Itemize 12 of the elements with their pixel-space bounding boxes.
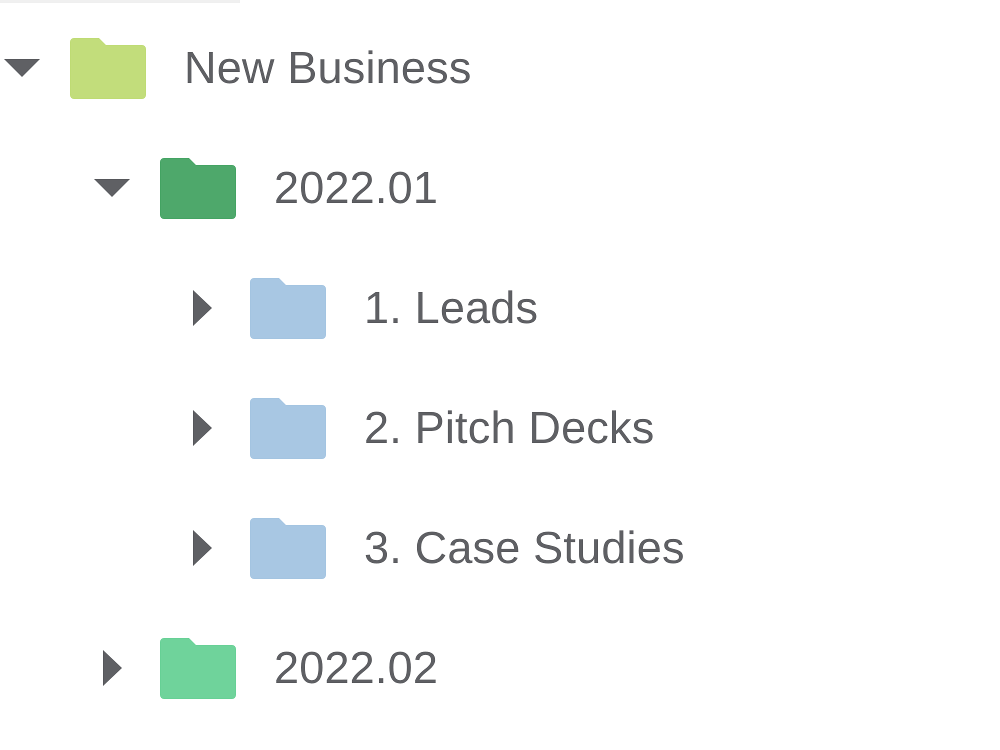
folder-label[interactable]: 2022.02 (274, 642, 438, 694)
folder-label[interactable]: 2. Pitch Decks (364, 402, 654, 454)
folder-label[interactable]: New Business (184, 42, 472, 94)
folder-label[interactable]: 2022.01 (274, 162, 438, 214)
caret-icon[interactable] (192, 530, 212, 566)
caret-icon[interactable] (102, 650, 122, 686)
folder-label[interactable]: 1. Leads (364, 282, 538, 334)
caret-icon[interactable] (192, 290, 212, 326)
caret-icon[interactable] (4, 59, 40, 77)
caret-icon[interactable] (192, 410, 212, 446)
folder-label[interactable]: 3. Case Studies (364, 522, 685, 574)
caret-icon[interactable] (94, 179, 130, 197)
